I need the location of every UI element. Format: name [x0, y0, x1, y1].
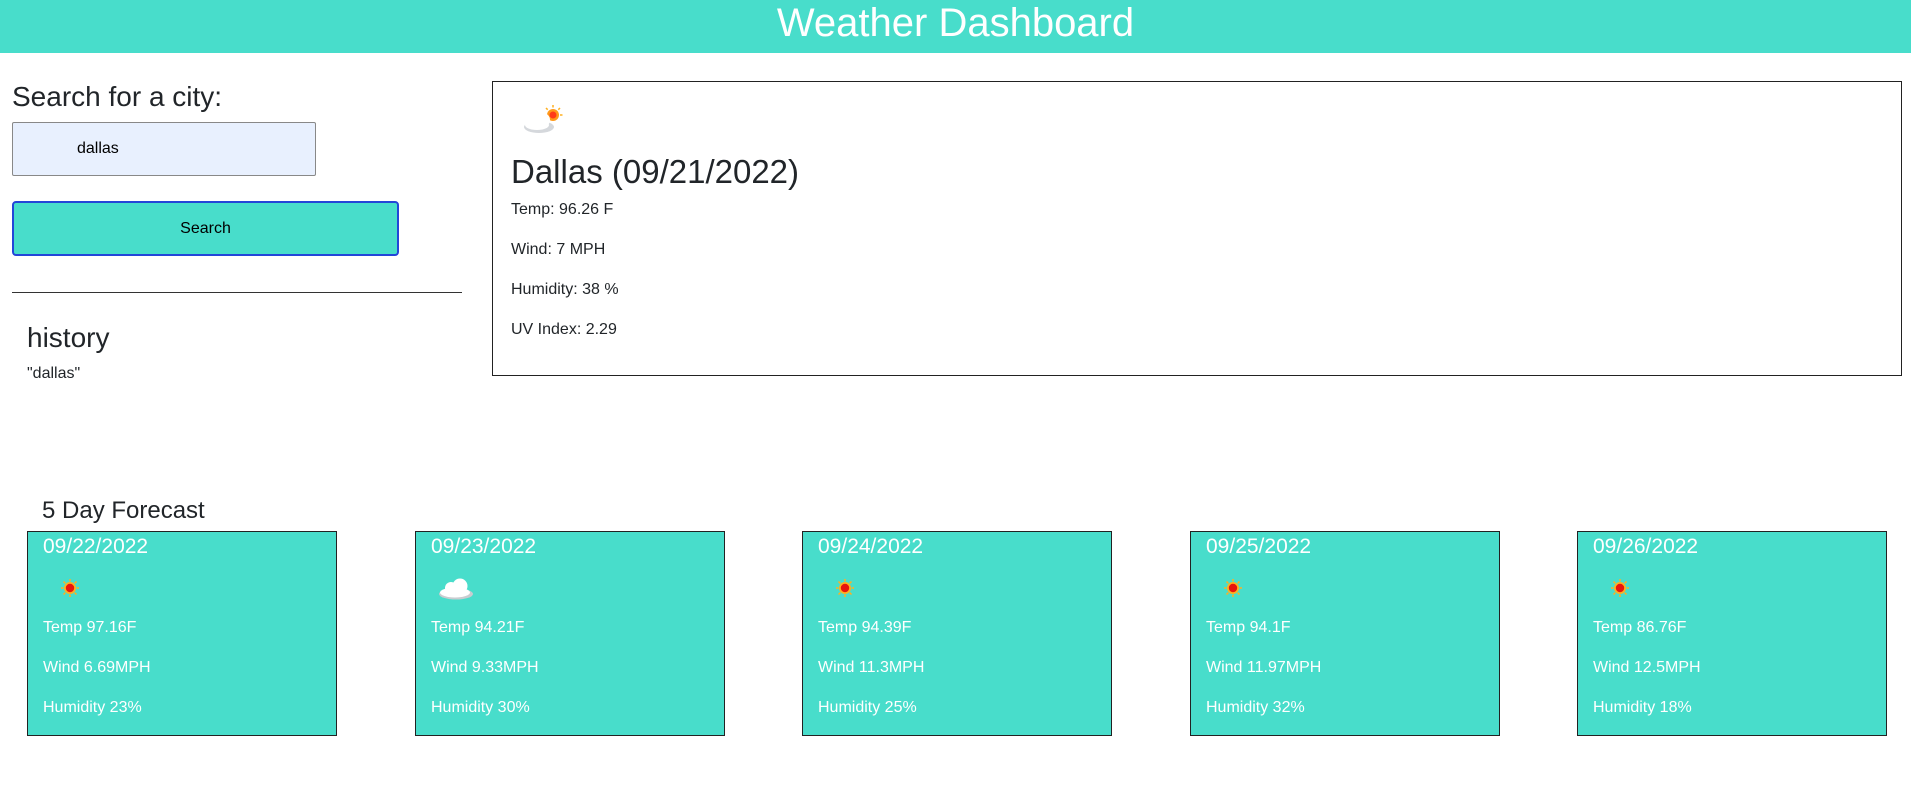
forecast-humidity: Humidity 32% — [1206, 699, 1305, 716]
forecast-heading: 5 Day Forecast — [42, 497, 205, 524]
partly-cloudy-icon — [524, 105, 563, 133]
forecast-date: 09/24/2022 — [818, 535, 924, 558]
forecast-temp: Temp 97.16F — [43, 619, 137, 636]
search-button[interactable]: Search — [12, 201, 399, 256]
current-wind: Wind: 7 MPH — [511, 241, 606, 258]
city-search-input[interactable] — [12, 122, 316, 176]
forecast-wind: Wind 6.69MPH — [43, 659, 151, 676]
forecast-card: 09/22/2022 Temp 97.16F Wind 6.69MPH Humi… — [27, 531, 337, 736]
history-heading: history — [27, 322, 110, 353]
forecast-date: 09/23/2022 — [431, 535, 537, 558]
forecast-card: 09/23/2022 Temp 94.21F Wind 9.33MPH Humi… — [415, 531, 725, 736]
sun-icon — [1611, 579, 1629, 597]
forecast-date: 09/25/2022 — [1206, 535, 1312, 558]
divider — [12, 292, 462, 293]
sun-icon — [61, 579, 79, 597]
page-title: Weather Dashboard — [776, 1, 1135, 45]
forecast-date: 09/22/2022 — [43, 535, 149, 558]
forecast-humidity: Humidity 30% — [431, 699, 530, 716]
forecast-card: 09/24/2022 Temp 94.39F Wind 11.3MPH Humi… — [802, 531, 1112, 736]
forecast-wind: Wind 12.5MPH — [1593, 659, 1701, 676]
forecast-date: 09/26/2022 — [1593, 535, 1699, 558]
current-city-title: Dallas (09/21/2022) — [511, 153, 800, 190]
forecast-temp: Temp 94.21F — [431, 619, 525, 636]
forecast-temp: Temp 94.39F — [818, 619, 912, 636]
forecast-wind: Wind 11.3MPH — [818, 659, 925, 676]
page-header: Weather Dashboard — [0, 0, 1911, 53]
current-uv-index: UV Index: 2.29 — [511, 321, 617, 338]
current-weather-card: Dallas (09/21/2022) Temp: 96.26 F Wind: … — [492, 81, 1902, 376]
forecast-card: 09/26/2022 Temp 86.76F Wind 12.5MPH Humi… — [1577, 531, 1887, 736]
search-heading: Search for a city: — [12, 81, 223, 112]
sun-icon — [1224, 579, 1242, 597]
forecast-wind: Wind 9.33MPH — [431, 659, 539, 676]
forecast-humidity: Humidity 25% — [818, 699, 917, 716]
sun-icon — [836, 579, 854, 597]
forecast-wind: Wind 11.97MPH — [1206, 659, 1322, 676]
cloud-icon — [439, 578, 473, 600]
forecast-card: 09/25/2022 Temp 94.1F Wind 11.97MPH Humi… — [1190, 531, 1500, 736]
forecast-temp: Temp 86.76F — [1593, 619, 1687, 636]
forecast-temp: Temp 94.1F — [1206, 619, 1291, 636]
current-humidity: Humidity: 38 % — [511, 281, 619, 298]
forecast-humidity: Humidity 18% — [1593, 699, 1692, 716]
forecast-humidity: Humidity 23% — [43, 699, 142, 716]
history-item-dallas[interactable]: "dallas" — [27, 364, 80, 384]
current-temp: Temp: 96.26 F — [511, 201, 614, 218]
